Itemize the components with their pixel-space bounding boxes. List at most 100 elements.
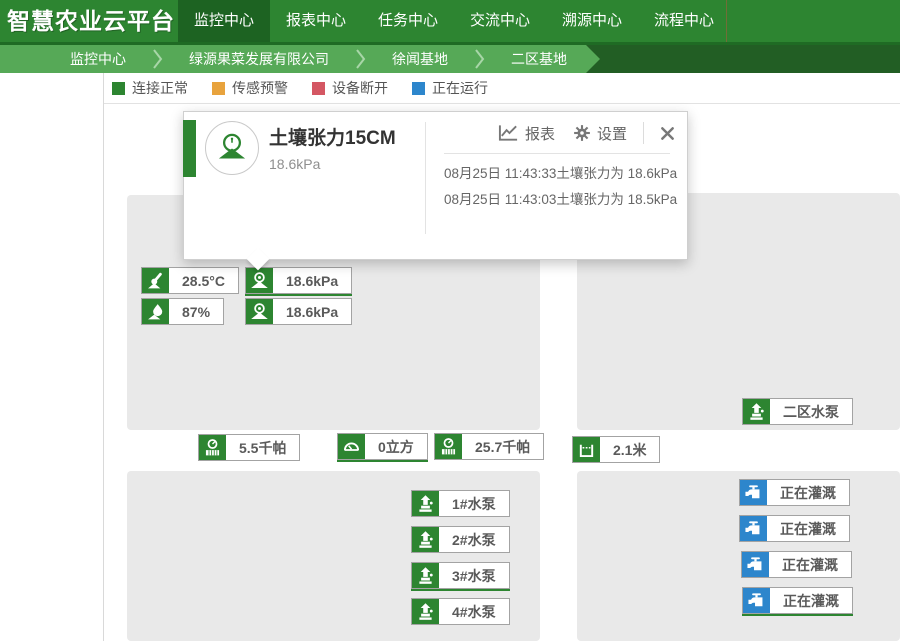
- sensor-value: 25.7千帕: [462, 434, 543, 459]
- device-badge-pump-2[interactable]: 2#水泵: [411, 526, 510, 553]
- faucet-icon: [742, 552, 769, 577]
- legend-running: 正在运行: [412, 78, 488, 98]
- sensor-log-entry: 08月25日 11:43:33土壤张力为 18.6kPa: [444, 161, 676, 187]
- sensor-badge-temperature[interactable]: 28.5°C: [141, 267, 239, 294]
- line-chart-icon: [498, 124, 519, 142]
- sensor-badge-water-level[interactable]: 2.1米: [572, 436, 660, 463]
- sensor-badge-soil-tension-2[interactable]: 18.6kPa: [245, 298, 352, 325]
- nav-item-communication-center[interactable]: 交流中心: [454, 0, 546, 42]
- faucet-icon: [743, 588, 770, 613]
- popup-divider-horizontal: [444, 153, 670, 154]
- breadcrumb: 监控中心 绿源果菜发展有限公司 徐闻基地 二区基地: [70, 45, 567, 73]
- pump-icon: [412, 491, 439, 516]
- main-nav: 监控中心 报表中心 任务中心 交流中心 溯源中心 流程中心: [178, 0, 730, 42]
- sensor-value: 0立方: [365, 434, 427, 459]
- flow-meter-icon: [338, 434, 365, 459]
- soil-tension-device-icon: [205, 121, 259, 175]
- sensor-badge-soil-tension-1[interactable]: 18.6kPa: [245, 267, 352, 294]
- popup-action-divider: [643, 122, 644, 144]
- status-label: 正在灌溉: [770, 588, 852, 613]
- sensor-value: 5.5千帕: [226, 435, 299, 460]
- breadcrumb-bar: 监控中心 绿源果菜发展有限公司 徐闻基地 二区基地: [0, 45, 900, 73]
- settings-button[interactable]: 设置: [573, 123, 627, 144]
- legend-label: 设备断开: [332, 78, 388, 98]
- app-title: 智慧农业云平台: [7, 0, 175, 42]
- orange-square-icon: [212, 82, 225, 95]
- faucet-icon: [740, 480, 767, 505]
- pump-icon: [412, 563, 439, 588]
- smart-agriculture-dashboard: 智慧农业云平台 监控中心 报表中心 任务中心 交流中心 溯源中心 流程中心 监控…: [0, 0, 900, 641]
- pump-icon: [412, 527, 439, 552]
- sensor-value: 28.5°C: [169, 268, 238, 293]
- device-label: 二区水泵: [770, 399, 852, 424]
- breadcrumb-arrow: [586, 45, 600, 73]
- settings-label: 设置: [597, 123, 627, 144]
- popup-sensor-value: 18.6kPa: [269, 156, 320, 172]
- sensor-value: 18.6kPa: [273, 299, 351, 324]
- sensor-value: 87%: [169, 299, 223, 324]
- chevron-right-icon: [152, 48, 163, 70]
- soil-tension-icon: [246, 268, 273, 293]
- chevron-right-icon: [355, 48, 366, 70]
- breadcrumb-monitor-center[interactable]: 监控中心: [70, 49, 126, 69]
- gear-icon: [573, 124, 591, 142]
- humidity-icon: [142, 299, 169, 324]
- device-badge-zone2-pump[interactable]: 二区水泵: [742, 398, 853, 425]
- green-square-icon: [112, 82, 125, 95]
- nav-item-process-center[interactable]: 流程中心: [638, 0, 730, 42]
- report-label: 报表: [525, 123, 555, 144]
- nav-item-monitor-center[interactable]: 监控中心: [178, 0, 270, 42]
- report-button[interactable]: 报表: [498, 123, 555, 144]
- device-label: 1#水泵: [439, 491, 509, 516]
- status-label: 正在灌溉: [767, 516, 849, 541]
- legend-label: 连接正常: [132, 78, 188, 98]
- pressure-gauge-icon: [199, 435, 226, 460]
- status-badge-irrigating-3[interactable]: 正在灌溉: [741, 551, 852, 578]
- device-badge-pump-3[interactable]: 3#水泵: [411, 562, 510, 589]
- device-badge-pump-1[interactable]: 1#水泵: [411, 490, 510, 517]
- sensor-badge-pressure-2[interactable]: 25.7千帕: [434, 433, 544, 460]
- status-badge-irrigating-2[interactable]: 正在灌溉: [739, 515, 850, 542]
- sensor-log-entry: 08月25日 11:43:03土壤张力为 18.5kPa: [444, 187, 676, 213]
- nav-item-report-center[interactable]: 报表中心: [270, 0, 362, 42]
- sensor-log-list: 08月25日 11:43:33土壤张力为 18.6kPa 08月25日 11:4…: [444, 161, 676, 213]
- device-badge-pump-4[interactable]: 4#水泵: [411, 598, 510, 625]
- status-label: 正在灌溉: [767, 480, 849, 505]
- faucet-icon: [740, 516, 767, 541]
- legend-device-offline: 设备断开: [312, 78, 388, 98]
- sensor-badge-humidity[interactable]: 87%: [141, 298, 224, 325]
- breadcrumb-zone2-base[interactable]: 二区基地: [511, 49, 567, 69]
- status-legend: 连接正常 传感预警 设备断开 正在运行: [104, 73, 900, 104]
- top-navbar: 智慧农业云平台 监控中心 报表中心 任务中心 交流中心 溯源中心 流程中心: [0, 0, 900, 45]
- sensor-badge-flow[interactable]: 0立方: [337, 433, 428, 460]
- content-left-border: [103, 73, 104, 641]
- legend-label: 正在运行: [432, 78, 488, 98]
- chevron-right-icon: [474, 48, 485, 70]
- close-icon[interactable]: [660, 126, 675, 141]
- nav-item-trace-center[interactable]: 溯源中心: [546, 0, 638, 42]
- sensor-value: 18.6kPa: [273, 268, 351, 293]
- popup-accent-bar: [183, 120, 196, 177]
- legend-label: 传感预警: [232, 78, 288, 98]
- status-label: 正在灌溉: [769, 552, 851, 577]
- water-level-icon: [573, 437, 600, 462]
- device-label: 2#水泵: [439, 527, 509, 552]
- breadcrumb-xuwen-base[interactable]: 徐闻基地: [392, 49, 448, 69]
- sensor-value: 2.1米: [600, 437, 659, 462]
- pump-icon: [743, 399, 770, 424]
- soil-tension-icon: [246, 299, 273, 324]
- nav-item-task-center[interactable]: 任务中心: [362, 0, 454, 42]
- status-badge-irrigating-4[interactable]: 正在灌溉: [742, 587, 853, 614]
- pressure-gauge-icon: [435, 434, 462, 459]
- legend-connected: 连接正常: [112, 78, 188, 98]
- sensor-detail-popup: 土壤张力15CM 18.6kPa 报表 设置 08月25日 11:43:33土壤…: [183, 111, 688, 260]
- device-label: 3#水泵: [439, 563, 509, 588]
- sensor-badge-pressure-1[interactable]: 5.5千帕: [198, 434, 300, 461]
- breadcrumb-company[interactable]: 绿源果菜发展有限公司: [189, 49, 329, 69]
- status-badge-irrigating-1[interactable]: 正在灌溉: [739, 479, 850, 506]
- nav-divider: [726, 0, 727, 42]
- legend-sensor-warning: 传感预警: [212, 78, 288, 98]
- device-label: 4#水泵: [439, 599, 509, 624]
- pump-icon: [412, 599, 439, 624]
- popup-divider-vertical: [425, 122, 426, 234]
